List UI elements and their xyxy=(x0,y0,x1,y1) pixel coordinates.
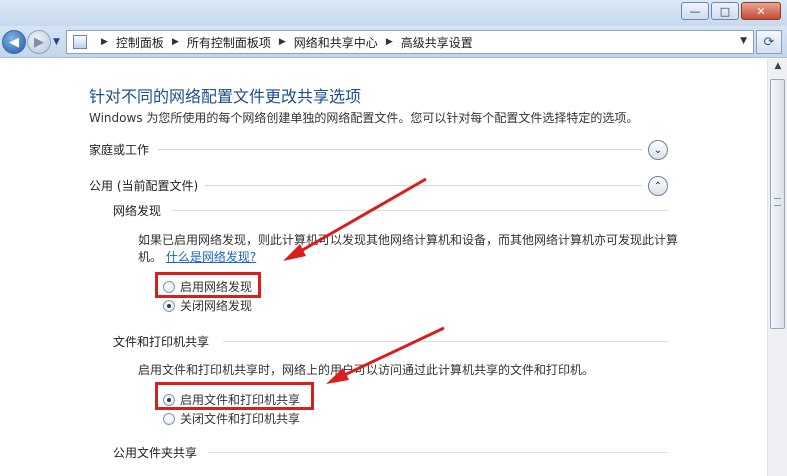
public-folder-sharing-heading: 公用文件夹共享 xyxy=(113,446,198,460)
back-button[interactable]: ◀ xyxy=(2,30,26,54)
advanced-sharing-settings: 针对不同的网络配置文件更改共享选项 Windows 为您所使用的每个网络创建单独… xyxy=(0,59,767,476)
section-divider xyxy=(158,149,642,150)
network-discovery-help-link[interactable]: 什么是网络发现? xyxy=(166,250,256,264)
maximize-button[interactable]: □ xyxy=(711,2,739,20)
disable-network-discovery-option[interactable]: 关闭网络发现 xyxy=(163,297,252,314)
radio-button[interactable] xyxy=(163,299,175,312)
title-bar: — □ ✕ xyxy=(0,0,787,26)
network-discovery-description: 如果已启用网络发现，则此计算机可以发现其他网络计算机和设备，而其他网络计算机亦可… xyxy=(138,232,678,266)
breadcrumb: ▶ 控制面板 ▶ 所有控制面板项 ▶ 网络和共享中心 ▶ 高级共享设置 xyxy=(93,34,473,51)
breadcrumb-separator-icon[interactable]: ▶ xyxy=(172,37,179,47)
option-label: 关闭网络发现 xyxy=(180,299,253,313)
annotation-highlight-box xyxy=(155,272,261,298)
back-arrow-icon: ◀ xyxy=(9,34,19,50)
close-button[interactable]: ✕ xyxy=(741,2,781,20)
section-divider xyxy=(208,452,668,453)
scrollbar-grip xyxy=(774,198,781,206)
collapse-public-button[interactable]: ⌃ xyxy=(648,176,668,196)
profile-public-heading[interactable]: 公用 (当前配置文件) xyxy=(89,177,198,194)
breadcrumb-item[interactable]: 所有控制面板项 xyxy=(187,34,271,51)
control-panel-icon xyxy=(73,35,87,49)
network-discovery-heading: 网络发现 xyxy=(113,204,162,218)
scrollbar-thumb[interactable] xyxy=(770,79,785,329)
profile-home-work-heading[interactable]: 家庭或工作 xyxy=(89,141,149,158)
breadcrumb-item[interactable]: 网络和共享中心 xyxy=(294,34,378,51)
address-dropdown-icon[interactable]: ▼ xyxy=(740,36,747,46)
refresh-button[interactable]: ⟳ xyxy=(756,30,782,54)
section-divider xyxy=(223,341,668,342)
minimize-button[interactable]: — xyxy=(681,2,709,20)
forward-arrow-icon: ▶ xyxy=(34,34,44,50)
option-label: 关闭文件和打印机共享 xyxy=(180,412,301,426)
chevron-down-icon: ⌄ xyxy=(653,144,663,156)
vertical-scrollbar[interactable]: ▲ xyxy=(767,59,787,476)
annotation-highlight-box xyxy=(155,382,314,410)
breadcrumb-separator-icon[interactable]: ▶ xyxy=(279,37,286,47)
breadcrumb-item[interactable]: 高级共享设置 xyxy=(401,34,473,51)
breadcrumb-separator-icon[interactable]: ▶ xyxy=(101,37,108,47)
maximize-icon: □ xyxy=(719,4,731,18)
disable-file-printer-sharing-option[interactable]: 关闭文件和打印机共享 xyxy=(163,410,300,427)
page-description: Windows 为您所使用的每个网络创建单独的网络配置文件。您可以针对每个配置文… xyxy=(89,111,639,125)
scroll-up-icon[interactable]: ▲ xyxy=(771,61,785,75)
expand-home-work-button[interactable]: ⌄ xyxy=(648,140,668,160)
recent-pages-dropdown[interactable]: ▼ xyxy=(53,37,60,47)
chevron-up-icon: ⌃ xyxy=(653,180,663,192)
file-printer-sharing-heading: 文件和打印机共享 xyxy=(113,335,210,349)
section-divider xyxy=(205,185,642,186)
forward-button[interactable]: ▶ xyxy=(27,30,51,54)
close-icon: ✕ xyxy=(756,4,766,18)
navigation-bar: ◀ ▶ ▼ ▶ 控制面板 ▶ 所有控制面板项 ▶ 网络和共享中心 ▶ 高级共享设… xyxy=(0,26,787,58)
breadcrumb-separator-icon[interactable]: ▶ xyxy=(386,37,393,47)
minimize-icon: — xyxy=(689,4,701,18)
file-printer-sharing-description: 启用文件和打印机共享时，网络上的用户可以访问通过此计算机共享的文件和打印机。 xyxy=(138,363,595,377)
page-title: 针对不同的网络配置文件更改共享选项 xyxy=(89,87,362,106)
radio-button[interactable] xyxy=(163,412,175,425)
address-bar[interactable]: ▶ 控制面板 ▶ 所有控制面板项 ▶ 网络和共享中心 ▶ 高级共享设置 ▼ xyxy=(66,30,754,54)
breadcrumb-item[interactable]: 控制面板 xyxy=(116,34,164,51)
refresh-icon: ⟳ xyxy=(763,34,775,50)
window-controls: — □ ✕ xyxy=(679,2,781,20)
section-divider xyxy=(172,210,668,211)
